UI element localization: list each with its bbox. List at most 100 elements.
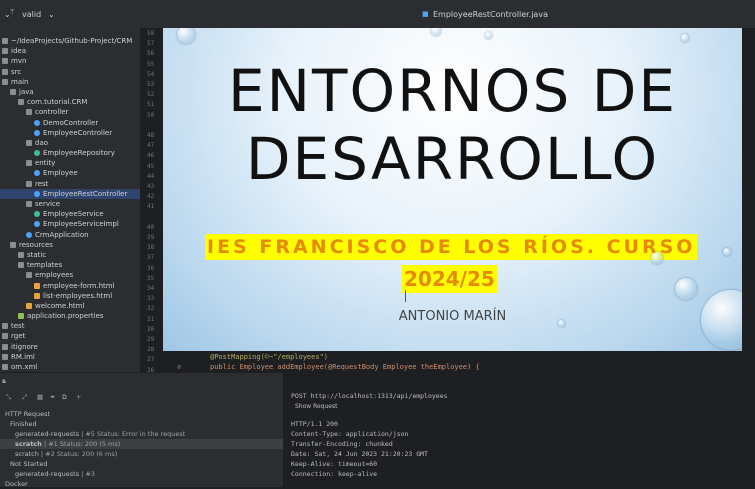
line-number: 50 [147,111,155,119]
package-icon [18,99,24,106]
service-item[interactable]: generated-requests | #3 [0,469,283,479]
service-item-detail: | #5 Status: Error in the request [79,430,186,438]
tree-item[interactable]: RM.iml [0,352,140,362]
class-icon [34,190,40,197]
group-icon[interactable]: ▦ [37,393,43,401]
response-line: Keep-Alive: timeout=60 [291,460,378,468]
line-number: 38 [147,244,155,252]
tree-item[interactable]: EmployeeController [0,128,140,138]
line-number: 47 [147,142,155,150]
tree-item[interactable]: idea [0,46,140,56]
tree-item-label: idea [11,47,26,56]
gutter-mapping-icon[interactable]: ⊚ [177,363,181,371]
tree-item[interactable]: templates [0,260,140,270]
tree-item[interactable]: java [0,87,140,97]
tree-item[interactable]: DemoController [0,118,140,128]
html-icon [34,282,40,289]
tree-item[interactable]: CrmApplication [0,230,140,240]
service-item[interactable]: Finished [0,419,283,429]
service-item-label: Finished [10,420,37,428]
package-icon [26,139,32,146]
package-icon [26,109,32,116]
service-item[interactable]: Not Started [0,459,283,469]
add-icon[interactable]: + [76,393,81,401]
slide-subtitle-line1: IES FRANCISCO DE LOS RÍOS. CURSO [205,234,698,260]
line-number: 56 [147,50,155,58]
tree-item[interactable]: src [0,67,140,77]
tree-item[interactable]: ~/IdeaProjects/Github-Project/CRM [0,36,140,46]
slide-subtitle-line2: 2024/25 [402,265,497,293]
chevron-down-icon[interactable]: ⌄ [48,10,55,19]
filter-icon[interactable]: ⏷ [50,393,55,402]
tree-item-label: RM.iml [11,352,35,361]
tree-item[interactable]: controller [0,107,140,117]
service-item[interactable]: HTTP Request [0,409,283,419]
tree-item[interactable]: test [0,321,140,331]
service-item[interactable]: scratch | #2 Status: 200 (6 ms) [0,449,283,459]
response-line: Date: Sat, 24 Jun 2023 21:20:23 GMT [291,450,428,458]
service-item[interactable]: Docker [0,479,283,489]
class-icon [26,231,32,238]
tree-item[interactable]: Employee [0,168,140,178]
file-icon [2,353,8,360]
title-bar: ⌄ ᛘ valid ⌄ ■ EmployeeRestController.jav… [0,0,755,29]
tree-item-label: src [11,67,22,76]
tree-item[interactable]: welcome.html [0,301,140,311]
file-icon [2,343,8,350]
code-line-26[interactable]: public Employee addEmployee(@RequestBody… [210,363,480,371]
code-line-27[interactable]: @PostMapping(©~"/employees") [210,353,328,361]
service-item-detail: | #3 [79,470,95,478]
tree-item[interactable]: om.xml [0,362,140,372]
folder-icon [2,58,8,65]
collapse-icon[interactable]: ⤡ [6,393,11,402]
tree-item[interactable]: resources [0,240,140,250]
water-drop [431,28,441,36]
tree-item-label: itignore [11,342,38,351]
line-number: 52 [147,91,155,99]
line-number: 46 [147,152,155,160]
branch-selector[interactable]: valid [22,10,41,19]
tree-item-label: test [11,322,25,331]
service-item-detail: | #2 Status: 200 (6 ms) [38,450,118,458]
tree-item[interactable]: application.properties [0,311,140,321]
tree-item[interactable]: EmployeeRestController [0,188,140,199]
tree-item[interactable]: EmployeeService [0,209,140,219]
service-item-label: generated-requests [15,470,80,478]
tree-item[interactable]: rest [0,179,140,189]
tree-item[interactable]: entity [0,158,140,168]
tree-item[interactable]: EmployeeServiceImpl [0,219,140,229]
expand-icon[interactable]: ⤢ [22,393,27,402]
tree-item[interactable]: service [0,199,140,209]
tree-item-label: service [35,200,61,208]
line-number: 37 [147,254,155,262]
line-number: 43 [147,183,155,190]
tree-item[interactable]: employees [0,270,140,280]
tree-item-label: DemoController [43,118,99,127]
slide-title-line1: ENTORNOS DE [227,57,677,125]
tree-item[interactable]: itignore [0,342,140,352]
tree-item[interactable]: list-employees.html [0,291,140,301]
tree-item[interactable]: static [0,250,140,260]
new-tab-icon[interactable]: ⧉ [62,393,67,402]
slide-author: ANTONIO MARÍN [398,309,507,324]
line-number: 29 [147,336,155,343]
branch-icon: ᛘ [10,8,15,16]
html-icon [34,292,40,299]
package-icon [26,201,32,207]
show-request-link[interactable]: Show Request [295,403,337,410]
service-item[interactable]: scratch | #1 Status: 200 (5 ms) [0,439,283,449]
tree-item[interactable]: main [0,77,140,87]
tree-item[interactable]: employee-form.html [0,281,140,291]
line-number: 58 [147,30,155,37]
tree-item[interactable]: rget [0,331,140,341]
tree-item[interactable]: dao [0,138,140,148]
tree-item[interactable]: EmployeeRepository [0,148,140,158]
service-item[interactable]: generated-requests | #5 Status: Error in… [0,429,283,439]
tree-item[interactable]: com.tutorial.CRM [0,97,140,107]
line-number: 33 [147,295,155,303]
line-number: 31 [147,315,155,323]
line-number: 40 [147,223,155,231]
response-line: Connection: keep-alive [291,470,378,478]
tree-item[interactable]: mvn [0,56,140,66]
line-number: 57 [147,40,155,48]
